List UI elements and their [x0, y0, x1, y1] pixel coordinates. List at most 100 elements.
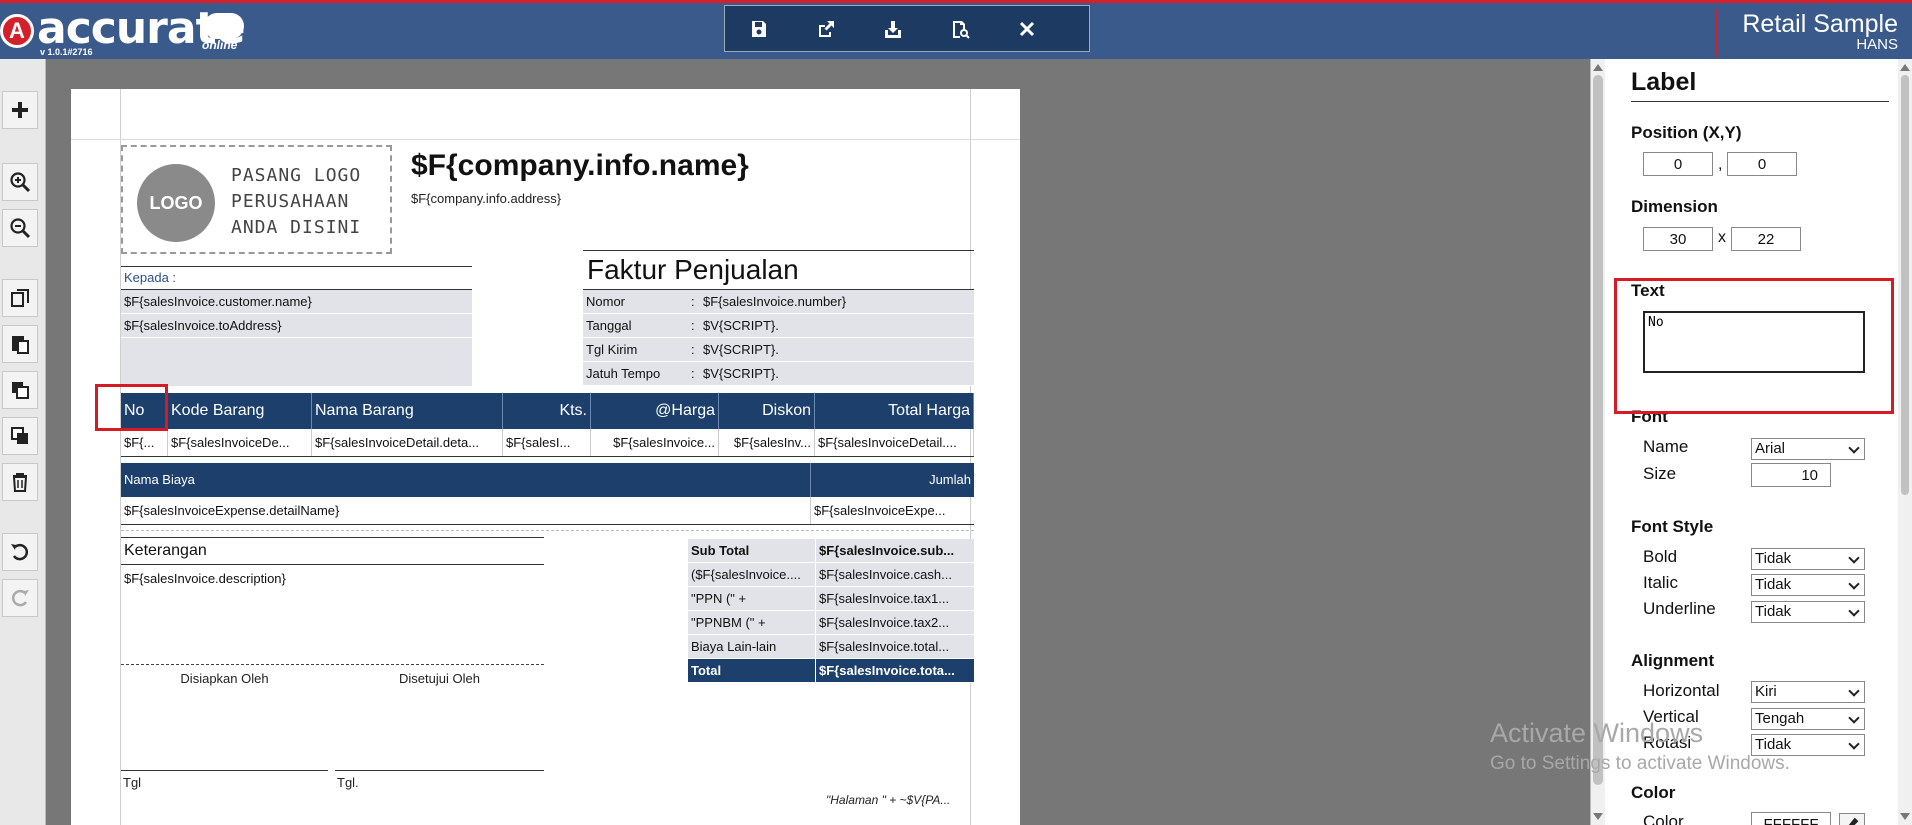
faktur-row-label[interactable]: Tanggal	[583, 314, 691, 337]
scroll-up-icon[interactable]	[1593, 64, 1603, 71]
panel-scrollbar[interactable]	[1898, 59, 1912, 825]
to-address-field[interactable]: $F{salesInvoice.toAddress}	[121, 314, 472, 338]
table-cell[interactable]: $F{salesInvoiceDetail....	[815, 429, 974, 456]
table-cell[interactable]: $F{salesInv...	[719, 429, 815, 456]
bold-select[interactable]: Tidak	[1751, 548, 1865, 570]
preview-button[interactable]	[926, 6, 993, 51]
logo-caption-line: PERUSAHAAN	[231, 191, 350, 212]
header-total-harga[interactable]: Total Harga	[815, 393, 974, 429]
header-nama-barang[interactable]: Nama Barang	[312, 393, 503, 429]
horizontal-align-select[interactable]: Kiri	[1751, 681, 1865, 703]
header-diskon[interactable]: Diskon	[719, 393, 815, 429]
faktur-row-value[interactable]: $F{salesInvoice.number}	[703, 290, 974, 313]
font-size-input[interactable]	[1751, 463, 1831, 487]
faktur-row-value[interactable]: $V{SCRIPT}.	[703, 338, 974, 361]
customer-name-field[interactable]: $F{salesInvoice.customer.name}	[121, 290, 472, 314]
kepada-label[interactable]: Kepada :	[121, 266, 472, 290]
scrollbar-thumb[interactable]	[1901, 75, 1909, 495]
totals-value[interactable]: $F{salesInvoice.total...	[816, 635, 974, 658]
import-button[interactable]	[859, 6, 926, 51]
height-input[interactable]	[1731, 227, 1801, 251]
redo-button[interactable]	[2, 579, 38, 617]
table-cell[interactable]: $F{salesInvoiceExpense.detailName}	[121, 497, 811, 524]
totals-label[interactable]: "PPNBM (" +	[688, 611, 816, 634]
eyedropper-icon	[1848, 817, 1859, 825]
paste-button[interactable]	[2, 325, 38, 363]
color-input[interactable]	[1751, 812, 1831, 825]
totals-label[interactable]: Total	[688, 659, 816, 682]
table-cell[interactable]: $F{salesInvoiceDe...	[168, 429, 312, 456]
items-table-header: No Kode Barang Nama Barang Kts. @Harga D…	[121, 393, 974, 429]
faktur-row-colon: :	[691, 342, 695, 357]
report-company-address[interactable]: $F{company.info.address}	[411, 191, 561, 206]
scroll-down-icon[interactable]	[1900, 813, 1910, 820]
totals-row: Total $F{salesInvoice.tota...	[688, 659, 974, 683]
keterangan-label[interactable]: Keterangan	[121, 537, 544, 565]
table-cell[interactable]: $F{...	[121, 429, 168, 456]
header-harga[interactable]: @Harga	[591, 393, 719, 429]
totals-label[interactable]: Biaya Lain-lain	[688, 635, 816, 658]
copy-button[interactable]	[2, 279, 38, 317]
scroll-down-icon[interactable]	[1593, 813, 1603, 820]
faktur-title[interactable]: Faktur Penjualan	[583, 250, 974, 290]
logo-placeholder[interactable]: LOGO PASANG LOGO PERUSAHAAN ANDA DISINI	[121, 145, 392, 254]
totals-value[interactable]: $F{salesInvoice.tax1...	[816, 587, 974, 610]
color-picker-button[interactable]	[1839, 813, 1865, 825]
zoom-out-button[interactable]	[2, 209, 38, 247]
delete-button[interactable]	[2, 463, 38, 501]
bring-front-button[interactable]	[2, 371, 38, 409]
header-kode-barang[interactable]: Kode Barang	[168, 393, 312, 429]
width-input[interactable]	[1643, 227, 1713, 251]
totals-label[interactable]: "PPN (" +	[688, 587, 816, 610]
description-field[interactable]: $F{salesInvoice.description}	[121, 565, 544, 665]
designer-toolbar	[724, 5, 1090, 52]
faktur-row-label[interactable]: Jatuh Tempo	[583, 362, 691, 385]
table-cell[interactable]: $F{salesInvoice...	[591, 429, 719, 456]
totals-label[interactable]: Sub Total	[688, 539, 816, 562]
totals-value[interactable]: $F{salesInvoice.sub...	[816, 539, 974, 562]
totals-label[interactable]: ($F{salesInvoice....	[688, 563, 816, 586]
panel-scrollbar[interactable]	[1591, 59, 1605, 825]
faktur-row-label[interactable]: Tgl Kirim	[583, 338, 691, 361]
underline-select[interactable]: Tidak	[1751, 601, 1865, 623]
prepared-by-label[interactable]: Disiapkan Oleh	[121, 671, 328, 686]
position-x-input[interactable]	[1643, 152, 1713, 176]
table-cell[interactable]: $F{salesI...	[503, 429, 591, 456]
header-jumlah[interactable]: Jumlah	[811, 463, 974, 497]
tgl-label[interactable]: Tgl.	[337, 775, 359, 790]
totals-value[interactable]: $F{salesInvoice.cash...	[816, 563, 974, 586]
report-page: LOGO PASANG LOGO PERUSAHAAN ANDA DISINI …	[71, 89, 1020, 825]
position-y-input[interactable]	[1727, 152, 1797, 176]
table-cell[interactable]: $F{salesInvoiceDetail.deta...	[312, 429, 503, 456]
header-kts[interactable]: Kts.	[503, 393, 591, 429]
margin-guide	[970, 89, 971, 825]
send-back-button[interactable]	[2, 417, 38, 455]
totals-value[interactable]: $F{salesInvoice.tota...	[816, 659, 974, 682]
font-name-select[interactable]: Arial	[1751, 438, 1865, 460]
header-nama-biaya[interactable]: Nama Biaya	[121, 463, 811, 497]
items-table-row: $F{... $F{salesInvoiceDe... $F{salesInvo…	[121, 429, 974, 457]
add-button[interactable]	[2, 91, 38, 129]
totals-value[interactable]: $F{salesInvoice.tax2...	[816, 611, 974, 634]
faktur-row-value[interactable]: $V{SCRIPT}.	[703, 314, 974, 337]
scroll-up-icon[interactable]	[1900, 64, 1910, 71]
save-button[interactable]	[725, 6, 792, 51]
tgl-label[interactable]: Tgl	[123, 775, 141, 790]
bold-label: Bold	[1643, 547, 1678, 566]
undo-button[interactable]	[2, 533, 38, 571]
export-button[interactable]	[792, 6, 859, 51]
approved-by-label[interactable]: Disetujui Oleh	[335, 671, 544, 686]
zoom-in-icon	[10, 172, 31, 193]
selection-highlight	[95, 384, 168, 431]
scrollbar-thumb[interactable]	[1593, 75, 1603, 785]
faktur-row-label[interactable]: Nomor	[583, 290, 691, 313]
table-cell[interactable]: $F{salesInvoiceExpe...	[811, 497, 974, 524]
zoom-in-button[interactable]	[2, 163, 38, 201]
italic-select[interactable]: Tidak	[1751, 574, 1865, 596]
faktur-row-value[interactable]: $V{SCRIPT}.	[703, 362, 974, 385]
report-company-name[interactable]: $F{company.info.name}	[411, 149, 749, 183]
totals-row: "PPN (" + $F{salesInvoice.tax1...	[688, 587, 974, 611]
page-number-field[interactable]: "Halaman " + ~$V{PA...	[826, 793, 950, 807]
bring-front-icon	[12, 382, 29, 399]
close-button[interactable]	[993, 6, 1060, 51]
